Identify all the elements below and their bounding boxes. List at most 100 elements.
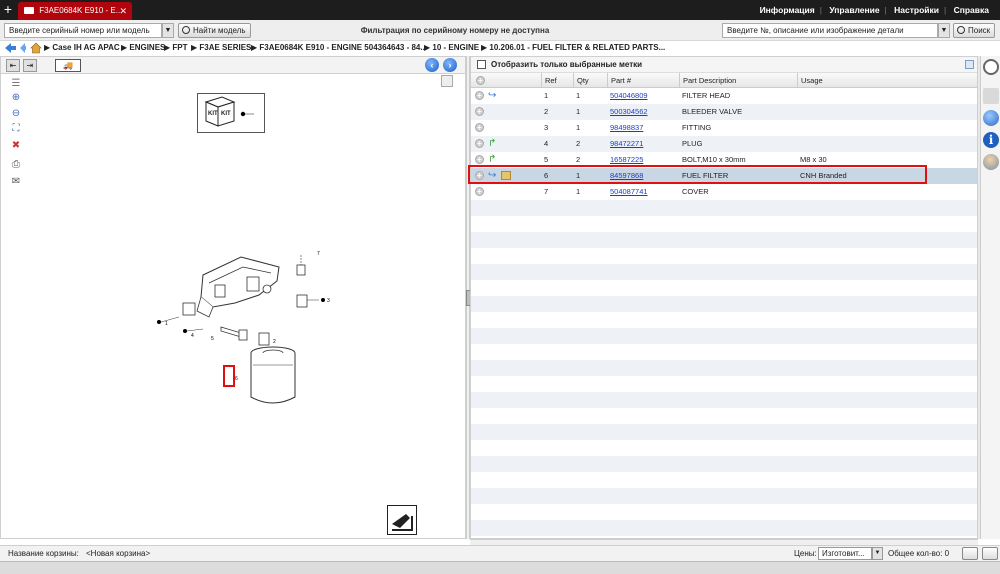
menu-help[interactable]: Справка: [954, 5, 989, 15]
prices-dropdown-icon[interactable]: ▼: [872, 547, 883, 560]
cell-description: PLUG: [682, 139, 703, 148]
collapse-panel-icon: [392, 514, 413, 531]
crumb-4[interactable]: ▶ F3AE0684K E910 - ENGINE 504364643 - 84…: [251, 41, 427, 55]
find-model-label: Найти модель: [193, 26, 246, 35]
svg-text:2: 2: [273, 339, 276, 345]
replacement-arrow-icon[interactable]: ↪: [488, 88, 496, 104]
status-bar: Название корзины: <Новая корзина> Цены: …: [0, 545, 1000, 561]
menu-info[interactable]: Информация: [760, 5, 815, 15]
panel-options-icon[interactable]: [441, 75, 453, 87]
add-to-cart-icon[interactable]: [475, 136, 484, 152]
diagram-toolbar: ⇤ ⇥ 🚚 ‹ ›: [1, 57, 465, 74]
table-row[interactable]: 2 1 500304562 BLEEDER VALVE: [471, 104, 977, 120]
zoom-in-icon[interactable]: ⊕: [9, 91, 23, 105]
table-row-selected[interactable]: ↪ 6 1 84597868 FUEL FILTER CNH Branded: [471, 168, 977, 184]
ref-6-highlight[interactable]: [223, 365, 235, 387]
add-to-cart-icon[interactable]: [475, 88, 484, 104]
cell-usage: M8 x 30: [800, 155, 827, 164]
previous-diagram-button[interactable]: ‹: [425, 58, 439, 72]
find-model-button[interactable]: Найти модель: [178, 23, 251, 38]
menu-management[interactable]: Управление: [829, 5, 879, 15]
crumb-6[interactable]: ▶ 10.206.01 - FUEL FILTER & RELATED PART…: [481, 41, 665, 55]
clear-selection-icon[interactable]: ✖: [9, 139, 23, 153]
zoom-out-icon[interactable]: ⊖: [9, 107, 23, 121]
email-icon[interactable]: ✉: [9, 175, 23, 189]
crumb-2[interactable]: ▶ FPT: [164, 41, 187, 55]
next-page-button[interactable]: ⇥: [23, 59, 37, 72]
part-search-dropdown-button[interactable]: ▼: [938, 23, 950, 38]
globe-icon[interactable]: [983, 110, 999, 126]
top-menu: Информация | Управление | Настройки | Справ…: [755, 0, 994, 20]
add-to-cart-icon[interactable]: [475, 104, 484, 120]
forward-arrow-icon[interactable]: ↱: [488, 136, 496, 152]
vehicle-view-button[interactable]: 🚚: [55, 59, 81, 72]
cart-name-value[interactable]: <Новая корзина>: [86, 546, 150, 561]
view-cart-button[interactable]: [962, 547, 978, 560]
show-selected-label: Отобразить только выбранные метки: [491, 60, 643, 69]
close-tab-icon[interactable]: ✕: [119, 2, 127, 20]
serial-model-input[interactable]: Введите серийный номер или модель: [4, 23, 162, 38]
cell-part-link[interactable]: 84597868: [610, 168, 643, 184]
info-icon[interactable]: i: [983, 132, 999, 148]
crumb-1[interactable]: ▶ ENGINES: [121, 41, 165, 55]
kit-callout[interactable]: KIT KIT: [197, 93, 265, 133]
cell-usage: CNH Branded: [800, 171, 847, 180]
crumb-5[interactable]: ▶ 10 - ENGINE: [424, 41, 479, 55]
table-row[interactable]: ↪ 1 1 504046809 FILTER HEAD: [471, 88, 977, 104]
show-selected-checkbox[interactable]: [477, 60, 486, 69]
cell-part-link[interactable]: 504087741: [610, 184, 648, 200]
print-icon[interactable]: ⎙: [9, 158, 23, 172]
table-row[interactable]: ↱ 5 2 16587225 BOLT,M10 x 30mm M8 x 30: [471, 152, 977, 168]
next-diagram-button[interactable]: ›: [443, 58, 457, 72]
new-tab-button[interactable]: +: [0, 0, 16, 20]
cell-qty: 1: [576, 107, 581, 116]
part-search-input[interactable]: Введите №, описание или изображение дета…: [722, 23, 938, 38]
fit-screen-icon[interactable]: ⛶: [9, 122, 23, 136]
add-to-cart-icon[interactable]: [475, 168, 484, 184]
parts-table-body: ↪ 1 1 504046809 FILTER HEAD 2 1 50030456…: [471, 88, 977, 538]
prev-page-button[interactable]: ⇤: [6, 59, 20, 72]
add-to-cart-icon[interactable]: [475, 152, 484, 168]
svg-text:3: 3: [327, 298, 330, 304]
menu-lines-icon[interactable]: ☰: [9, 77, 23, 91]
cell-part-link[interactable]: 504046809: [610, 88, 648, 104]
col-qty[interactable]: Qty: [573, 73, 607, 88]
cell-part-link[interactable]: 98472271: [610, 136, 643, 152]
package-icon[interactable]: [501, 171, 511, 180]
breadcrumb-nav-icons[interactable]: [4, 42, 44, 54]
replacement-arrow-icon[interactable]: ↪: [488, 168, 496, 184]
serial-dropdown-button[interactable]: ▼: [162, 23, 174, 38]
list-icon[interactable]: [983, 88, 999, 104]
filter-message: Фильтрация по серийному номеру не доступ…: [360, 26, 550, 35]
col-usage[interactable]: Usage: [797, 73, 977, 88]
search-icon[interactable]: [983, 59, 999, 75]
cell-ref: 7: [544, 187, 549, 196]
col-part-number[interactable]: Part #: [607, 73, 679, 88]
cell-qty: 2: [576, 139, 581, 148]
crumb-3[interactable]: ▶ F3AE SERIES: [191, 41, 251, 55]
add-all-icon[interactable]: [476, 73, 485, 88]
col-ref[interactable]: Ref: [541, 73, 573, 88]
forward-arrow-icon[interactable]: ↱: [488, 152, 496, 168]
active-tab[interactable]: F3AE0684K E910 - E... ✕: [18, 2, 132, 20]
col-description[interactable]: Part Description: [679, 73, 797, 88]
user-icon[interactable]: [983, 154, 999, 170]
columns-settings-icon[interactable]: [965, 60, 974, 69]
cell-ref: 5: [544, 155, 549, 164]
add-to-cart-icon[interactable]: [475, 120, 484, 136]
cart-options-button[interactable]: [982, 547, 998, 560]
parts-table-header: Ref Qty Part # Part Description Usage: [471, 73, 977, 88]
add-to-cart-icon[interactable]: [475, 184, 484, 200]
prices-select[interactable]: Изготовит...: [818, 547, 872, 560]
crumb-0[interactable]: ▶ Case IH AG APAC: [44, 41, 120, 55]
cell-part-link[interactable]: 16587225: [610, 152, 643, 168]
search-button[interactable]: Поиск: [953, 23, 996, 38]
hide-diagram-button[interactable]: [387, 505, 417, 535]
cell-part-link[interactable]: 98498837: [610, 120, 643, 136]
menu-settings[interactable]: Настройки: [894, 5, 939, 15]
table-row[interactable]: 7 1 504087741 COVER: [471, 184, 977, 200]
cell-ref: 4: [544, 139, 549, 148]
cell-part-link[interactable]: 500304562: [610, 104, 648, 120]
table-row[interactable]: 3 1 98498837 FITTING: [471, 120, 977, 136]
table-row[interactable]: ↱ 4 2 98472271 PLUG: [471, 136, 977, 152]
